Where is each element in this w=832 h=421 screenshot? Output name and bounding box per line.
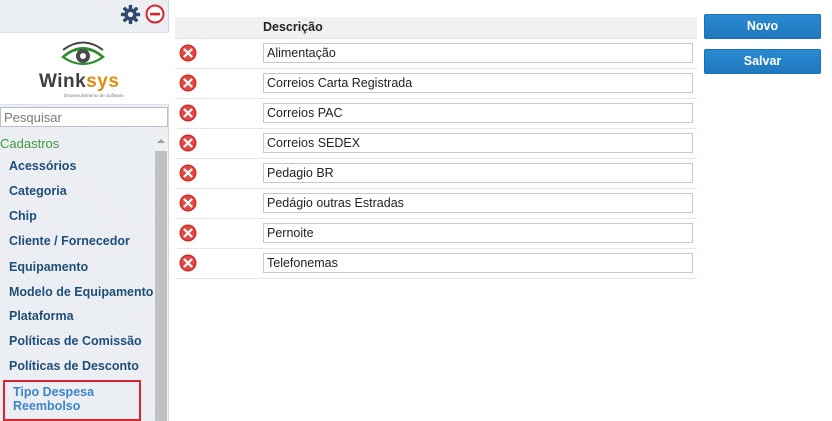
spacer-cell: [201, 248, 261, 279]
sidebar-scrollbar[interactable]: [154, 134, 168, 421]
sidebar-toolbar: [0, 0, 169, 30]
sidebar-item-tipo-despesa-reembolso[interactable]: Tipo Despesa Reembolso: [3, 380, 141, 421]
scrollbar-thumb[interactable]: [155, 151, 167, 421]
sidebar-item-equipamento[interactable]: Equipamento: [9, 260, 88, 274]
brand-tagline: Desenvolvimento de Software: [64, 93, 124, 98]
table-row: [175, 218, 697, 249]
sidebar-item-chip[interactable]: Chip: [9, 209, 37, 223]
description-input[interactable]: [263, 73, 693, 93]
table-row: [175, 188, 697, 219]
new-button[interactable]: Novo: [704, 14, 821, 39]
save-button[interactable]: Salvar: [704, 49, 821, 74]
table-header-row: Descrição: [175, 17, 697, 39]
delete-icon[interactable]: [179, 104, 197, 122]
description-input[interactable]: [263, 193, 693, 213]
description-input[interactable]: [263, 103, 693, 123]
header-delete-cell: [175, 17, 201, 39]
scroll-up-arrow-icon[interactable]: [154, 136, 168, 146]
description-input[interactable]: [263, 253, 693, 273]
delete-icon[interactable]: [179, 194, 197, 212]
spacer-cell: [201, 218, 261, 249]
brand-name: Winksys: [39, 71, 120, 92]
description-input[interactable]: [263, 43, 693, 63]
delete-icon[interactable]: [179, 44, 197, 62]
spacer-cell: [201, 38, 261, 69]
sidebar-item-acessorios[interactable]: Acessórios: [9, 159, 76, 173]
sidebar-item-cliente-fornecedor[interactable]: Cliente / Fornecedor: [9, 234, 130, 248]
header-spacer-cell: [201, 17, 261, 39]
logo: Winksys Desenvolvimento de Software: [0, 32, 169, 105]
sidebar-item-plataforma[interactable]: Plataforma: [9, 309, 74, 323]
eye-logo-icon: [61, 41, 105, 65]
table-row: [175, 248, 697, 279]
sidebar-item-politicas-desconto[interactable]: Políticas de Desconto: [9, 359, 139, 373]
nav-group-label: Cadastros: [0, 136, 60, 151]
table-row: [175, 38, 697, 69]
spacer-cell: [201, 188, 261, 219]
sidebar-item-politicas-comissao[interactable]: Políticas de Comissão: [9, 334, 142, 348]
delete-icon[interactable]: [179, 74, 197, 92]
table-row: [175, 158, 697, 189]
expense-type-table: Descrição: [175, 17, 697, 279]
description-input[interactable]: [263, 163, 693, 183]
delete-icon[interactable]: [179, 134, 197, 152]
table-row: [175, 68, 697, 99]
description-input[interactable]: [263, 133, 693, 153]
gear-icon[interactable]: [120, 4, 141, 25]
main-content: Descrição: [175, 0, 700, 421]
sidebar-item-categoria[interactable]: Categoria: [9, 184, 67, 198]
delete-icon[interactable]: [179, 164, 197, 182]
search-input[interactable]: [0, 107, 168, 127]
sidebar-item-modelo-equipamento[interactable]: Modelo de Equipamento: [9, 285, 153, 299]
delete-icon[interactable]: [179, 254, 197, 272]
delete-icon[interactable]: [179, 224, 197, 242]
sidebar: Winksys Desenvolvimento de Software Cada…: [0, 0, 169, 421]
minus-circle-icon[interactable]: [145, 4, 165, 24]
spacer-cell: [201, 128, 261, 159]
table-row: [175, 128, 697, 159]
spacer-cell: [201, 98, 261, 129]
spacer-cell: [201, 158, 261, 189]
column-header-descricao: Descrição: [261, 17, 697, 39]
description-input[interactable]: [263, 223, 693, 243]
table-row: [175, 98, 697, 129]
spacer-cell: [201, 68, 261, 99]
